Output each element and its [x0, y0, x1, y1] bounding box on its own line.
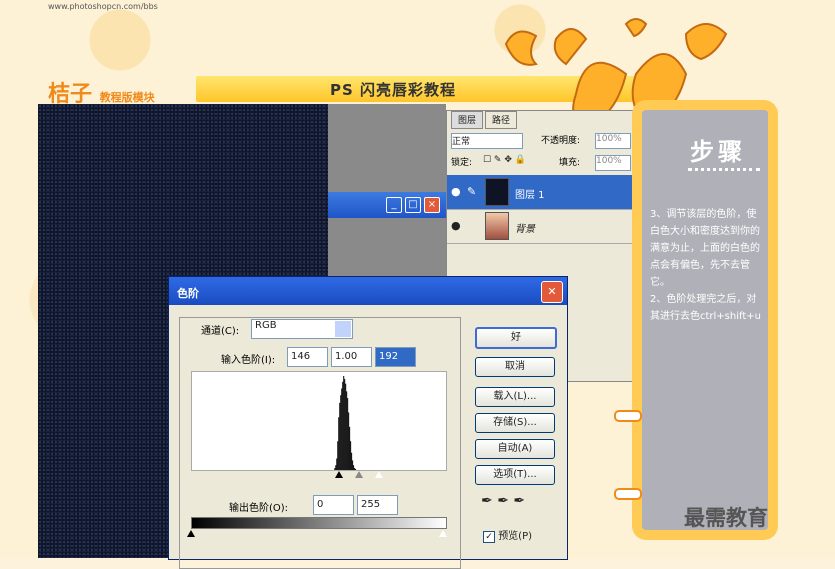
histogram-bar — [334, 468, 336, 470]
dialog-titlebar[interactable]: 色阶 ✕ — [169, 277, 567, 305]
histogram-bar — [336, 458, 338, 470]
histogram-bar — [345, 383, 347, 470]
preview-label: 预览(P) — [498, 531, 533, 542]
steps-text: 3、调节该层的色阶，使白色大小和密度达到你的满意为止，上面的白色的点会有偏色，先… — [650, 209, 761, 322]
chevron-down-icon[interactable] — [334, 320, 352, 338]
gamma-slider[interactable] — [355, 471, 363, 478]
site-url: www.photoshopcn.com/bbs — [48, 2, 158, 11]
eye-icon[interactable]: ● — [451, 219, 461, 232]
minimize-button[interactable]: _ — [386, 197, 402, 213]
histogram-bar — [351, 452, 353, 470]
opacity-label: 不透明度: — [541, 136, 581, 146]
histogram-bar — [343, 376, 345, 470]
layer-name[interactable]: 背景 — [515, 220, 535, 235]
steps-title: 步骤 — [690, 138, 746, 166]
chain-link-icon — [614, 488, 642, 500]
white-point-slider[interactable] — [375, 471, 383, 478]
layer-row[interactable]: ● ✎ 图层 1 — [447, 175, 633, 210]
tab-paths[interactable]: 路径 — [485, 111, 518, 129]
input-black-field[interactable]: 146 — [287, 347, 328, 367]
histogram-bar — [340, 395, 342, 470]
tab-layers[interactable]: 图层 — [451, 111, 484, 129]
load-button[interactable]: 载入(L)... — [475, 387, 555, 407]
layer-thumbnail — [485, 178, 509, 206]
dialog-title: 色阶 — [177, 287, 199, 300]
histogram-bar — [347, 398, 349, 470]
fill-field[interactable]: 100% — [595, 155, 631, 171]
histogram — [191, 371, 447, 471]
output-white-field[interactable]: 255 — [357, 495, 398, 515]
histogram-bar — [338, 417, 340, 470]
histogram-bar — [350, 441, 352, 470]
levels-dialog: 色阶 ✕ 通道(C): RGB 输入色阶(I): 146 1.00 192 输出… — [168, 276, 568, 569]
output-levels-label: 输出色阶(O): — [229, 503, 289, 514]
histogram-bar — [337, 441, 339, 470]
histogram-bar — [335, 465, 337, 470]
preview-checkbox[interactable]: ✓ 预览(P) — [483, 527, 532, 543]
options-button[interactable]: 选项(T)... — [475, 465, 555, 485]
lock-label: 锁定: — [451, 158, 473, 168]
auto-button[interactable]: 自动(A) — [475, 439, 555, 459]
input-white-field[interactable]: 192 — [375, 347, 416, 367]
input-levels-label: 输入色阶(I): — [221, 355, 276, 366]
channel-value: RGB — [255, 320, 277, 331]
histogram-bar — [352, 460, 354, 470]
ok-button[interactable]: 好 — [475, 327, 557, 349]
histogram-bar — [353, 465, 355, 470]
cancel-button[interactable]: 取消 — [475, 357, 555, 377]
gray-eyedropper-icon[interactable]: ✒ — [497, 493, 509, 509]
histogram-bar — [354, 468, 356, 470]
output-white-slider[interactable] — [439, 530, 447, 537]
histogram-bar — [355, 469, 357, 470]
eyedropper-icons: ✒ ✒ ✒ — [481, 493, 525, 509]
black-point-slider[interactable] — [335, 471, 343, 478]
lock-icons[interactable]: ☐ ✎ ✥ 🔒 — [483, 155, 526, 165]
watermark: 最需教育 — [684, 506, 768, 530]
opacity-field[interactable]: 100% — [595, 133, 631, 149]
fill-label: 填充: — [559, 158, 581, 168]
eye-icon[interactable]: ● — [451, 185, 461, 198]
page-title: PS 闪亮唇彩教程 — [330, 81, 457, 99]
logo-sub: 教程版模块 — [99, 91, 155, 104]
output-black-slider[interactable] — [187, 530, 195, 537]
histogram-bar — [344, 378, 346, 470]
output-black-field[interactable]: 0 — [313, 495, 354, 515]
histogram-bar — [341, 388, 343, 470]
white-eyedropper-icon[interactable]: ✒ — [513, 493, 525, 509]
preview-check-icon[interactable]: ✓ — [483, 531, 495, 543]
brush-icon: ✎ — [467, 185, 477, 198]
histogram-bar — [349, 426, 351, 470]
input-gamma-field[interactable]: 1.00 — [331, 347, 372, 367]
output-gradient-bar — [191, 517, 447, 529]
document-window-titlebar[interactable]: _ □ × — [328, 192, 446, 218]
channel-label: 通道(C): — [201, 326, 240, 337]
layer-row[interactable]: ● 背景 — [447, 209, 633, 244]
channel-select[interactable]: RGB — [251, 319, 353, 339]
chain-link-icon — [614, 410, 642, 422]
close-window-button[interactable]: × — [424, 197, 440, 213]
histogram-bar — [348, 412, 350, 470]
blend-mode-select[interactable]: 正常 — [451, 133, 523, 149]
dotted-divider — [688, 168, 760, 171]
black-eyedropper-icon[interactable]: ✒ — [481, 493, 493, 509]
histogram-chart — [334, 376, 357, 470]
histogram-bar — [342, 381, 344, 470]
layer-name[interactable]: 图层 1 — [515, 186, 545, 201]
histogram-bar — [339, 402, 341, 470]
histogram-bar — [346, 391, 348, 470]
layer-thumbnail — [485, 212, 509, 240]
maximize-button[interactable]: □ — [405, 197, 421, 213]
close-icon[interactable]: ✕ — [541, 281, 563, 303]
save-button[interactable]: 存储(S)... — [475, 413, 555, 433]
